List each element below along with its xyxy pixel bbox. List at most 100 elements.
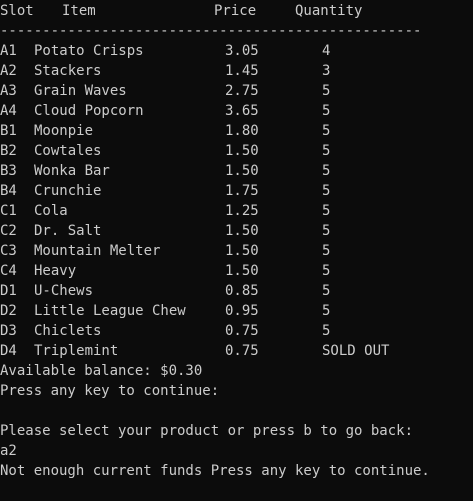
row-slot: A2 [0, 63, 17, 79]
row-price: 0.85 [225, 283, 259, 299]
insufficient-funds-message: Not enough current funds Press any key t… [0, 463, 430, 479]
row-price: 1.45 [225, 63, 259, 79]
row-price: 1.50 [225, 243, 259, 259]
row-slot: C1 [0, 203, 17, 219]
row-price: 1.50 [225, 143, 259, 159]
row-slot: C4 [0, 263, 17, 279]
row-quantity: SOLD OUT [322, 343, 390, 359]
row-item: Heavy [34, 263, 77, 279]
continue-line: Press any key to continue: [0, 381, 473, 401]
table-row: D4 Triplemint 0.75 SOLD OUT [0, 341, 473, 361]
row-price: 1.50 [225, 263, 259, 279]
row-price: 0.95 [225, 303, 259, 319]
row-price: 3.05 [225, 43, 259, 59]
row-slot: C3 [0, 243, 17, 259]
row-item: Stackers [34, 63, 102, 79]
row-item: Crunchie [34, 183, 102, 199]
row-price: 2.75 [225, 83, 259, 99]
header-slot: Slot [0, 3, 34, 19]
table-separator: ----------------------------------------… [0, 21, 473, 41]
input-line[interactable]: a2 [0, 441, 473, 461]
row-quantity: 5 [322, 323, 331, 339]
row-quantity: 3 [322, 63, 331, 79]
row-quantity: 5 [322, 223, 331, 239]
row-price: 0.75 [225, 323, 259, 339]
row-quantity: 5 [322, 103, 331, 119]
row-slot: B4 [0, 183, 17, 199]
row-slot: C2 [0, 223, 17, 239]
table-row: A2 Stackers 1.45 3 [0, 61, 473, 81]
row-price: 3.65 [225, 103, 259, 119]
table-row: B1 Moonpie 1.80 5 [0, 121, 473, 141]
table-row: A1 Potato Crisps 3.05 4 [0, 41, 473, 61]
row-quantity: 5 [322, 203, 331, 219]
row-item: Chiclets [34, 323, 102, 339]
row-item: Moonpie [34, 123, 94, 139]
table-row: B4 Crunchie 1.75 5 [0, 181, 473, 201]
table-row: C2 Dr. Salt 1.50 5 [0, 221, 473, 241]
header-quantity: Quantity [295, 3, 363, 19]
row-quantity: 5 [322, 183, 331, 199]
row-slot: B2 [0, 143, 17, 159]
row-slot: B3 [0, 163, 17, 179]
row-slot: D3 [0, 323, 17, 339]
row-item: Wonka Bar [34, 163, 110, 179]
table-row: C1 Cola 1.25 5 [0, 201, 473, 221]
row-price: 1.50 [225, 163, 259, 179]
row-quantity: 4 [322, 43, 331, 59]
row-slot: A1 [0, 43, 17, 59]
table-row: C4 Heavy 1.50 5 [0, 261, 473, 281]
press-continue-message: Press any key to continue: [0, 383, 220, 399]
balance-line: Available balance: $0.30 [0, 361, 473, 381]
table-row: B3 Wonka Bar 1.50 5 [0, 161, 473, 181]
separator-line: ----------------------------------------… [0, 23, 422, 39]
table-row: D1 U-Chews 0.85 5 [0, 281, 473, 301]
table-row: D2 Little League Chew 0.95 5 [0, 301, 473, 321]
row-item: Little League Chew [34, 303, 186, 319]
header-item: Item [62, 3, 96, 19]
row-quantity: 5 [322, 143, 331, 159]
row-quantity: 5 [322, 283, 331, 299]
table-row: A4 Cloud Popcorn 3.65 5 [0, 101, 473, 121]
console-window[interactable]: Slot Item Price Quantity ---------------… [0, 0, 473, 501]
available-balance: Available balance: $0.30 [0, 363, 203, 379]
row-price: 1.80 [225, 123, 259, 139]
table-row: D3 Chiclets 0.75 5 [0, 321, 473, 341]
product-list: A1 Potato Crisps 3.05 4 A2 Stackers 1.45… [0, 41, 473, 361]
row-quantity: 5 [322, 303, 331, 319]
row-item: Dr. Salt [34, 223, 102, 239]
header-price: Price [214, 3, 257, 19]
row-price: 1.50 [225, 223, 259, 239]
user-input[interactable]: a2 [0, 441, 17, 461]
row-price: 1.25 [225, 203, 259, 219]
row-slot: D2 [0, 303, 17, 319]
row-slot: D4 [0, 343, 17, 359]
row-item: Cowtales [34, 143, 102, 159]
error-line: Not enough current funds Press any key t… [0, 461, 473, 481]
row-quantity: 5 [322, 83, 331, 99]
row-quantity: 5 [322, 163, 331, 179]
row-price: 0.75 [225, 343, 259, 359]
row-quantity: 5 [322, 263, 331, 279]
row-item: Potato Crisps [34, 43, 144, 59]
row-quantity: 5 [322, 123, 331, 139]
row-slot: B1 [0, 123, 17, 139]
row-item: U-Chews [34, 283, 94, 299]
row-price: 1.75 [225, 183, 259, 199]
row-slot: D1 [0, 283, 17, 299]
table-header: Slot Item Price Quantity [0, 1, 473, 21]
row-slot: A4 [0, 103, 17, 119]
row-item: Grain Waves [34, 83, 127, 99]
table-row: C3 Mountain Melter 1.50 5 [0, 241, 473, 261]
table-row: B2 Cowtales 1.50 5 [0, 141, 473, 161]
row-item: Triplemint [34, 343, 119, 359]
row-item: Mountain Melter [34, 243, 161, 259]
prompt-line: Please select your product or press b to… [0, 421, 473, 441]
row-slot: A3 [0, 83, 17, 99]
row-item: Cloud Popcorn [34, 103, 144, 119]
selection-prompt: Please select your product or press b to… [0, 423, 414, 439]
row-quantity: 5 [322, 243, 331, 259]
row-item: Cola [34, 203, 68, 219]
table-row: A3 Grain Waves 2.75 5 [0, 81, 473, 101]
